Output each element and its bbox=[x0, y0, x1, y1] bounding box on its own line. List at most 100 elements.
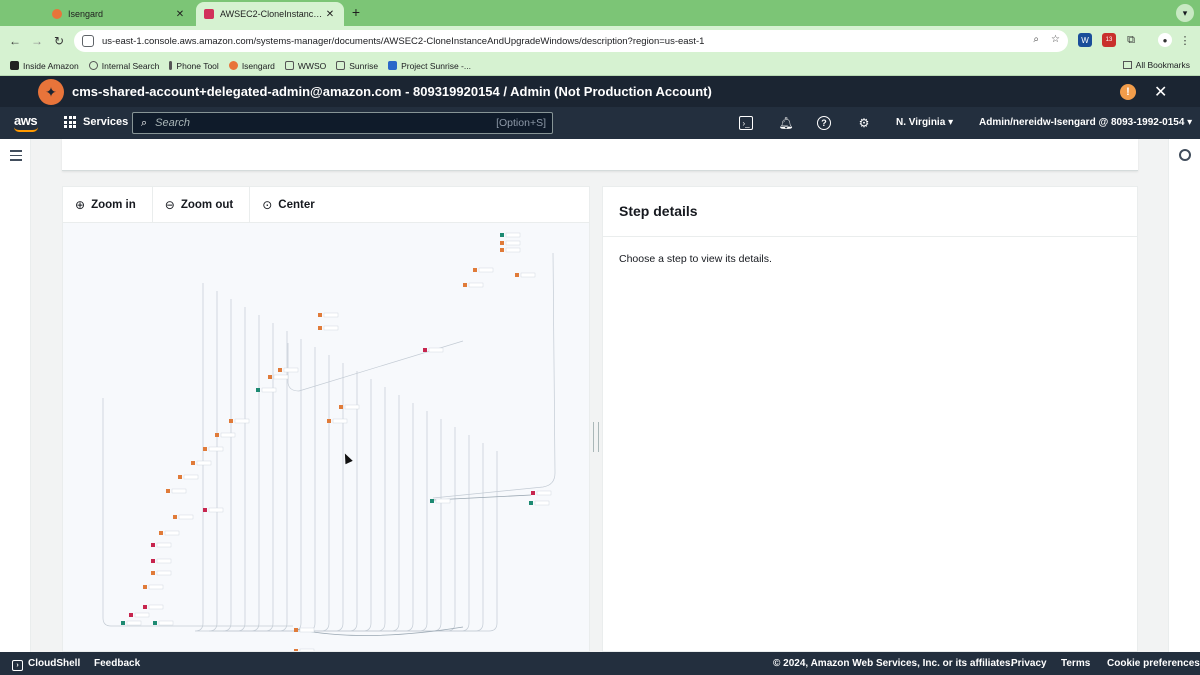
zoom-in-button[interactable]: ⊕ Zoom in bbox=[63, 187, 153, 223]
all-bookmarks[interactable]: All Bookmarks bbox=[1122, 60, 1190, 70]
node-step[interactable] bbox=[318, 313, 322, 317]
node-step[interactable] bbox=[159, 531, 163, 535]
bookmark-label: Inside Amazon bbox=[23, 60, 79, 71]
url-omnibox[interactable]: us-east-1.console.aws.amazon.com/systems… bbox=[74, 30, 1068, 52]
privacy-link[interactable]: Privacy bbox=[1011, 658, 1047, 669]
graph-node-label-box bbox=[148, 584, 164, 590]
forward-arrow-icon[interactable]: → bbox=[28, 32, 46, 50]
node-step[interactable] bbox=[529, 501, 533, 505]
graph-node-label-box bbox=[196, 460, 212, 466]
extension-calendar-icon[interactable]: 13 bbox=[1102, 33, 1116, 47]
node-step[interactable] bbox=[143, 585, 147, 589]
node-step[interactable] bbox=[515, 273, 519, 277]
account-menu[interactable]: Admin/nereidw-Isengard @ 8093-1992-0154 … bbox=[979, 117, 1192, 128]
node-step[interactable] bbox=[531, 491, 535, 495]
cloudshell-icon: › bbox=[12, 660, 23, 671]
region-label: N. Virginia bbox=[896, 117, 946, 128]
settings-gear-icon[interactable]: ⚙ bbox=[856, 115, 872, 131]
node-step[interactable] bbox=[203, 447, 207, 451]
graph-node-label-box bbox=[299, 627, 315, 633]
node-step[interactable] bbox=[294, 649, 298, 651]
bookmark-phone-tool[interactable]: Phone Tool bbox=[169, 61, 219, 71]
graph-canvas[interactable] bbox=[63, 223, 589, 651]
services-menu-button[interactable]: Services bbox=[64, 116, 128, 128]
node-step[interactable] bbox=[215, 433, 219, 437]
node-step[interactable] bbox=[500, 233, 504, 237]
graph-node-label-box bbox=[344, 404, 360, 410]
panel-splitter[interactable] bbox=[590, 186, 602, 652]
splitter-grip-icon[interactable] bbox=[593, 422, 599, 452]
bookmark-project-sunrise[interactable]: Project Sunrise -... bbox=[388, 61, 471, 71]
center-button[interactable]: ⊙ Center bbox=[250, 187, 331, 223]
node-step[interactable] bbox=[473, 268, 477, 272]
node-step[interactable] bbox=[203, 508, 207, 512]
bookmark-star-icon[interactable]: ☆ bbox=[1051, 34, 1060, 45]
node-step[interactable] bbox=[278, 368, 282, 372]
profile-avatar-icon[interactable]: ● bbox=[1158, 33, 1172, 47]
help-icon[interactable]: ? bbox=[817, 116, 831, 130]
node-step[interactable] bbox=[173, 515, 177, 519]
node-step[interactable] bbox=[229, 419, 233, 423]
node-step[interactable] bbox=[151, 559, 155, 563]
graph-node-label-box bbox=[536, 490, 552, 496]
site-info-icon[interactable] bbox=[82, 35, 94, 47]
node-step[interactable] bbox=[430, 499, 434, 503]
bookmark-wwso[interactable]: WWSO bbox=[284, 61, 326, 71]
node-step[interactable] bbox=[121, 621, 125, 625]
feedback-link[interactable]: Feedback bbox=[94, 658, 140, 669]
warning-icon[interactable]: ! bbox=[1120, 84, 1136, 100]
extension-w-icon[interactable]: W bbox=[1078, 33, 1092, 47]
node-step[interactable] bbox=[143, 605, 147, 609]
graph-edge bbox=[299, 403, 414, 632]
terms-link[interactable]: Terms bbox=[1061, 658, 1090, 669]
node-step[interactable] bbox=[294, 628, 298, 632]
region-selector[interactable]: N. Virginia ▾ bbox=[896, 117, 953, 128]
graph-node-label-box bbox=[178, 514, 194, 520]
search-input[interactable]: ⌕ Search [Option+S] bbox=[132, 112, 553, 134]
node-step[interactable] bbox=[151, 543, 155, 547]
node-step[interactable] bbox=[327, 419, 331, 423]
tab-document[interactable]: AWSEC2-CloneInstanceAndUpgradeWindows ✕ bbox=[196, 2, 344, 26]
node-step[interactable] bbox=[268, 375, 272, 379]
node-step[interactable] bbox=[318, 326, 322, 330]
cloudshell-icon[interactable]: ›_ bbox=[739, 116, 753, 130]
zoom-magnifier-icon[interactable]: ⌕ bbox=[1033, 34, 1039, 45]
extensions-puzzle-icon[interactable]: ⧉ bbox=[1124, 33, 1138, 47]
aws-logo[interactable]: aws bbox=[14, 113, 38, 132]
cloudshell-button[interactable]: › CloudShell bbox=[12, 658, 80, 671]
bookmark-inside-amazon[interactable]: Inside Amazon bbox=[10, 61, 79, 71]
info-panel-icon[interactable] bbox=[1179, 149, 1191, 161]
graph-node-label-box bbox=[156, 558, 172, 564]
bookmark-isengard[interactable]: Isengard bbox=[228, 61, 275, 71]
new-tab-icon[interactable]: + bbox=[348, 4, 364, 20]
node-step[interactable] bbox=[500, 241, 504, 245]
node-step[interactable] bbox=[423, 348, 427, 352]
bookmark-sunrise[interactable]: Sunrise bbox=[336, 61, 378, 71]
notifications-bell-icon[interactable]: 🔔︎ bbox=[778, 115, 794, 131]
browser-menu-kebab-icon[interactable]: ⋮ bbox=[1178, 33, 1192, 47]
close-icon[interactable]: ✕ bbox=[1154, 82, 1167, 102]
tab-search-chevron-down-icon[interactable]: ▾ bbox=[1176, 4, 1194, 22]
workflow-graph[interactable] bbox=[63, 223, 589, 651]
node-step[interactable] bbox=[129, 613, 133, 617]
graph-node-label-box bbox=[505, 240, 521, 246]
node-step[interactable] bbox=[178, 475, 182, 479]
hamburger-menu-icon[interactable] bbox=[10, 150, 22, 164]
tab-isengard[interactable]: Isengard ✕ bbox=[44, 2, 194, 26]
graph-node-label-box bbox=[505, 232, 521, 238]
node-step[interactable] bbox=[151, 571, 155, 575]
node-step[interactable] bbox=[463, 283, 467, 287]
bookmark-internal-search[interactable]: Internal Search bbox=[88, 61, 159, 71]
node-step[interactable] bbox=[339, 405, 343, 409]
cookie-preferences-link[interactable]: Cookie preferences bbox=[1107, 658, 1200, 669]
node-step[interactable] bbox=[500, 248, 504, 252]
close-tab-icon[interactable]: ✕ bbox=[174, 9, 186, 20]
node-step[interactable] bbox=[191, 461, 195, 465]
back-arrow-icon[interactable]: ← bbox=[6, 32, 24, 50]
zoom-out-button[interactable]: ⊖ Zoom out bbox=[153, 187, 251, 223]
node-step[interactable] bbox=[256, 388, 260, 392]
reload-icon[interactable]: ↻ bbox=[50, 32, 68, 50]
node-step[interactable] bbox=[153, 621, 157, 625]
node-step[interactable] bbox=[166, 489, 170, 493]
close-tab-icon[interactable]: ✕ bbox=[324, 9, 336, 20]
